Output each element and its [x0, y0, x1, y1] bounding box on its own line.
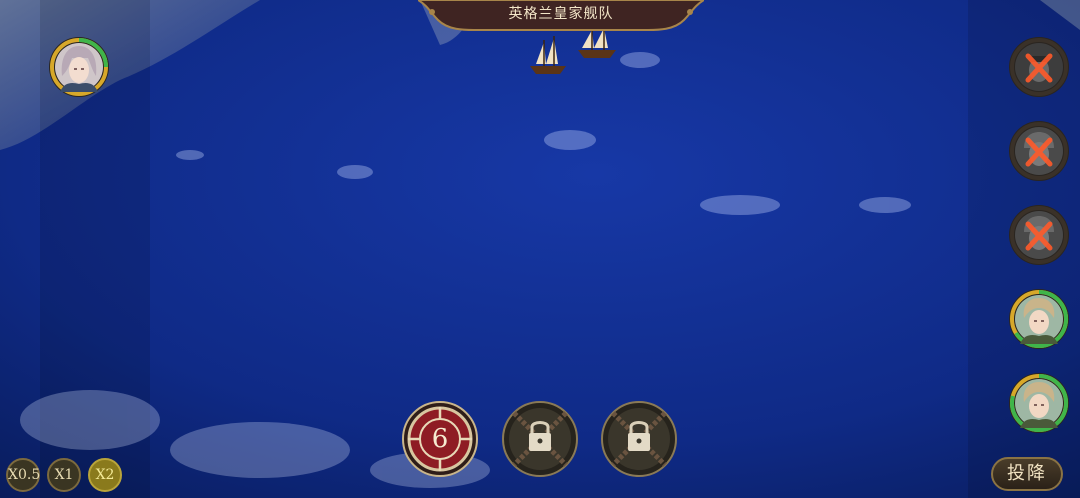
- enemy-ship-group: [530, 26, 616, 74]
- player-captain-portrait[interactable]: [48, 36, 110, 98]
- enemy-captain-portrait-2[interactable]: [1008, 120, 1070, 182]
- speed-1x-button[interactable]: X1: [47, 458, 81, 492]
- skill-locked-button-2[interactable]: [601, 401, 677, 477]
- enemy-captain-portrait-5[interactable]: [1008, 372, 1070, 434]
- ship-icon: [530, 36, 566, 74]
- enemy-captain-portrait-3[interactable]: [1008, 204, 1070, 266]
- fleet-title: 英格兰皇家舰队: [508, 6, 614, 22]
- skill-locked-button-1[interactable]: [502, 401, 578, 477]
- skill-crosshair-button[interactable]: [402, 401, 478, 477]
- enemy-captain-portrait-4[interactable]: [1008, 288, 1070, 350]
- speed-2x-button[interactable]: X2: [88, 458, 122, 492]
- enemy-captain-portrait-1[interactable]: [1008, 36, 1070, 98]
- surrender-button[interactable]: 投降: [991, 457, 1063, 491]
- speed-half-button[interactable]: X0.5: [6, 458, 40, 492]
